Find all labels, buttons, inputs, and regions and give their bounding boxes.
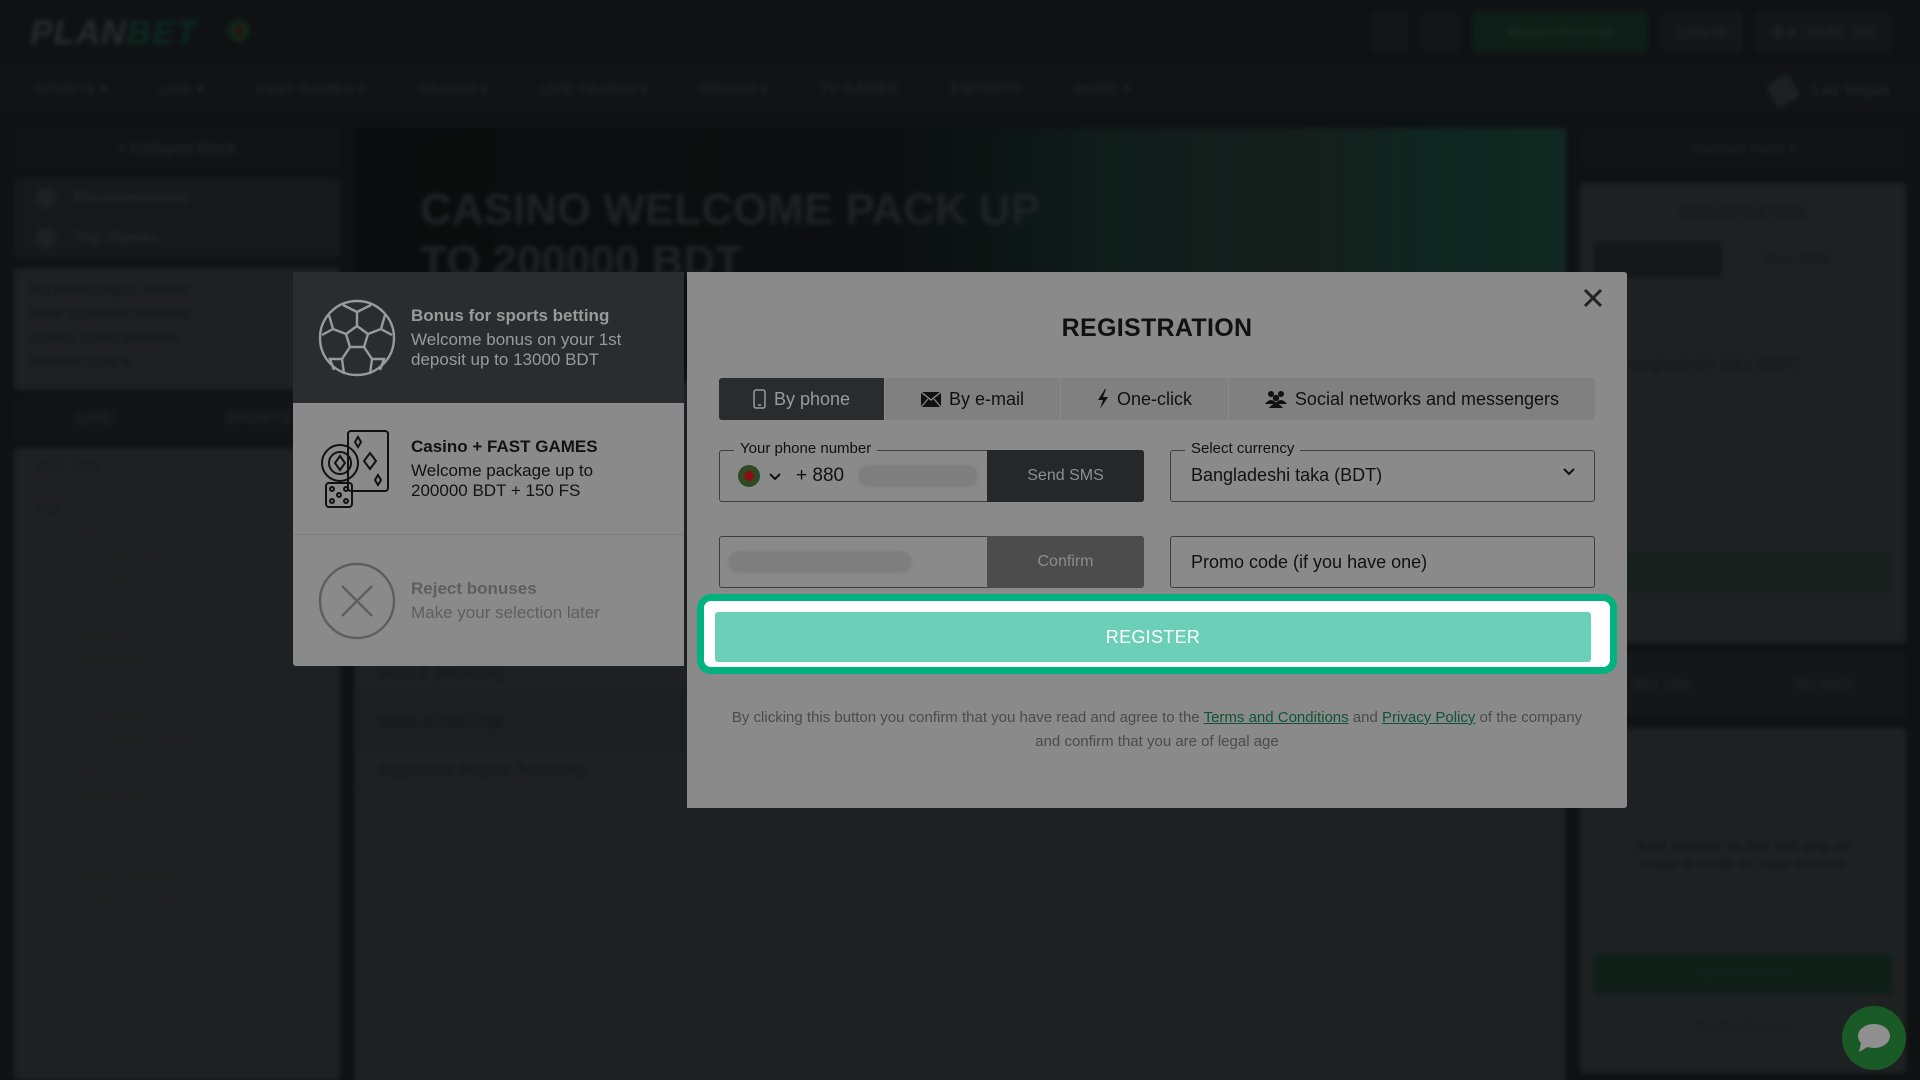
currency-select[interactable]: Select currency Bangladeshi taka (BDT)	[1170, 440, 1595, 502]
casino-chips-cards-dice-icon	[317, 429, 397, 509]
tab-one-click[interactable]: One-click	[1061, 378, 1229, 420]
bonus-description: Make your selection later	[411, 603, 600, 622]
registration-tabs: By phone By e-mail One-click Social netw…	[719, 378, 1595, 420]
bonus-selector: Bonus for sports betting Welcome bonus o…	[293, 272, 684, 666]
currency-value: Bangladeshi taka (BDT)	[1191, 465, 1383, 485]
lightning-icon	[1097, 389, 1108, 409]
bonus-option-reject[interactable]: Reject bonuses Make your selection later	[293, 535, 684, 666]
bonus-description: Welcome package up to 200000 BDT + 150 F…	[411, 460, 594, 500]
confirm-code-button[interactable]: Confirm	[987, 536, 1144, 588]
terms-link[interactable]: Terms and Conditions	[1204, 709, 1349, 726]
register-highlight: REGISTER	[697, 594, 1617, 674]
promo-code-input[interactable]	[1171, 537, 1594, 587]
people-icon	[1264, 391, 1287, 408]
bonus-title: Casino + FAST GAMES	[411, 436, 598, 456]
country-code: + 880	[796, 465, 845, 486]
tab-by-email[interactable]: By e-mail	[885, 378, 1061, 420]
register-button[interactable]: REGISTER	[715, 612, 1591, 662]
bonus-description: Welcome bonus on your 1st deposit up to …	[411, 329, 622, 369]
chevron-down-icon	[1563, 468, 1575, 476]
country-chevron-down-icon[interactable]	[768, 472, 782, 481]
bangladesh-flag-icon[interactable]	[738, 465, 760, 487]
registration-modal: REGISTRATION By phone By e-mail One-clic…	[687, 272, 1627, 808]
phone-icon	[753, 389, 766, 409]
currency-label: Select currency	[1185, 440, 1301, 457]
close-icon	[1583, 288, 1603, 308]
chat-bubble-icon	[1858, 1024, 1890, 1052]
reject-circle-x-icon	[317, 561, 397, 641]
sms-code-field: Confirm	[719, 536, 1144, 588]
bonus-option-casino[interactable]: Casino + FAST GAMES Welcome package up t…	[293, 403, 684, 535]
bonus-option-sports[interactable]: Bonus for sports betting Welcome bonus o…	[293, 272, 684, 403]
agreement-text: By clicking this button you confirm that…	[731, 709, 1583, 750]
chat-button[interactable]	[1842, 1006, 1906, 1070]
promo-code-field	[1170, 536, 1595, 588]
soccer-ball-icon	[317, 298, 397, 378]
phone-number-input[interactable]	[858, 465, 979, 487]
bonus-title: Bonus for sports betting	[411, 305, 610, 325]
envelope-icon	[920, 391, 941, 407]
tab-social-networks[interactable]: Social networks and messengers	[1229, 378, 1595, 420]
phone-number-field: Your phone number + 880 Send SMS	[719, 440, 1144, 502]
modal-title: REGISTRATION	[1061, 314, 1253, 342]
send-sms-button[interactable]: Send SMS	[987, 450, 1144, 502]
close-button[interactable]	[1579, 284, 1607, 312]
sms-code-input[interactable]	[728, 551, 912, 573]
tab-by-phone[interactable]: By phone	[719, 378, 885, 420]
bonus-title: Reject bonuses	[411, 579, 537, 598]
privacy-policy-link[interactable]: Privacy Policy	[1382, 709, 1475, 726]
